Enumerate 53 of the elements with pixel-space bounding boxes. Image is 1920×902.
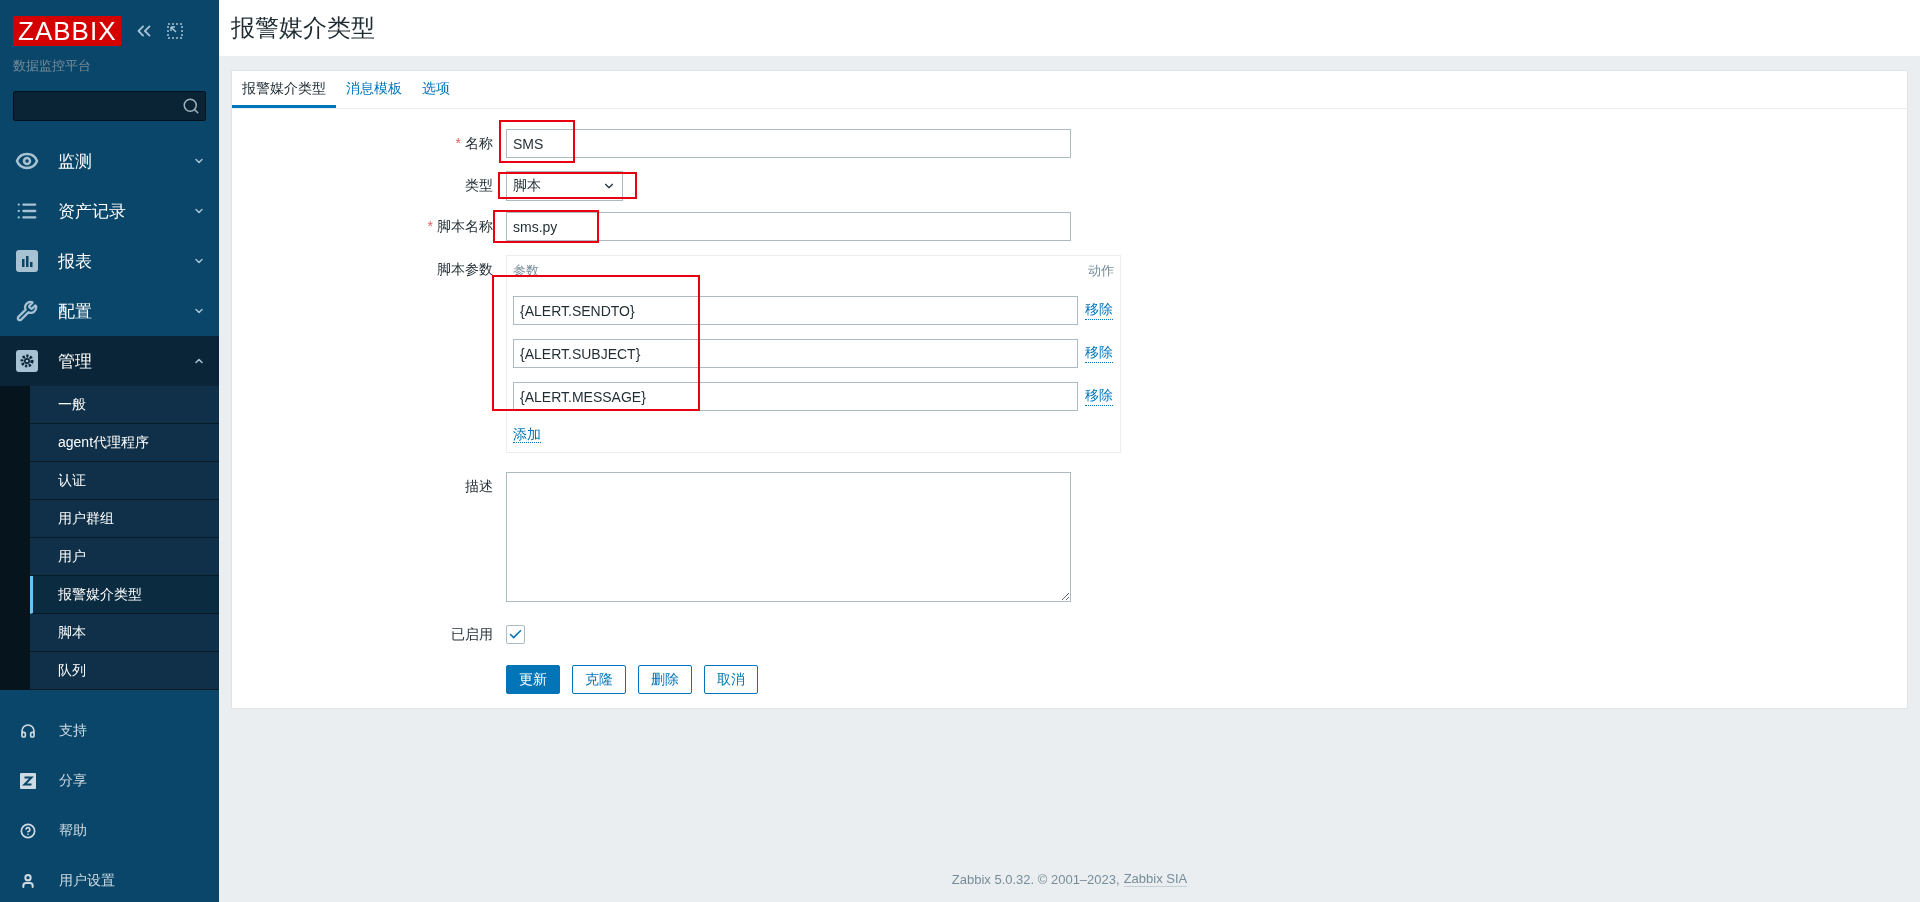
headset-icon — [20, 723, 36, 739]
help-icon — [20, 823, 36, 839]
copyright-text: Zabbix 5.0.32. © 2001–2023, — [951, 871, 1120, 887]
field-label-text: 脚本名称 — [437, 218, 493, 234]
field-label: 类型 — [464, 176, 493, 195]
input-field[interactable]: {ALERT.SUBJECT} — [513, 339, 1078, 368]
settings-icon — [16, 350, 38, 372]
logo[interactable]: ZABBIX — [13, 16, 122, 46]
menu-item[interactable]: 监测 — [0, 136, 219, 186]
menu-item[interactable]: 帮助 — [0, 806, 219, 856]
input-field[interactable]: sms.py — [506, 212, 1071, 241]
form-button[interactable]: 更新 — [506, 665, 560, 694]
menu-item[interactable]: 用户设置 — [0, 856, 219, 902]
menu-item[interactable]: 报表 — [0, 236, 219, 286]
search-field[interactable] — [13, 91, 206, 121]
menu-item[interactable]: 配置 — [0, 286, 219, 336]
form-button[interactable]: 取消 — [704, 665, 758, 694]
page-title: 报警媒介类型 — [231, 13, 375, 43]
column-header: 动作 — [1088, 262, 1114, 280]
wrench-icon — [16, 300, 38, 322]
menu-item[interactable]: 分享 — [0, 756, 219, 806]
checkbox[interactable] — [506, 625, 525, 644]
form-button[interactable]: 删除 — [638, 665, 692, 694]
input-field[interactable]: SMS — [506, 129, 1071, 158]
remove-link[interactable]: 移除 — [1085, 344, 1113, 363]
list-icon — [16, 200, 38, 222]
input-field[interactable]: {ALERT.MESSAGE} — [513, 382, 1078, 411]
menu-item[interactable]: 资产记录 — [0, 186, 219, 236]
required-mark: * — [455, 135, 461, 151]
tab[interactable]: 消息模板 — [336, 71, 412, 108]
type-dropdown[interactable]: 脚本 — [506, 171, 623, 201]
menu-item[interactable]: 管理 — [0, 336, 219, 386]
search-icon[interactable] — [182, 97, 200, 115]
bar-chart-icon — [16, 250, 38, 272]
fullscreen-icon[interactable] — [167, 23, 184, 39]
field-label: 描述 — [464, 477, 493, 496]
remove-link[interactable]: 移除 — [1085, 301, 1113, 320]
tab[interactable]: 报警媒介类型 — [232, 71, 336, 108]
tab[interactable]: 选项 — [412, 71, 460, 108]
form-button[interactable]: 克隆 — [572, 665, 626, 694]
description-field[interactable] — [506, 472, 1071, 602]
field-label-text: 名称 — [465, 135, 493, 151]
input-field[interactable]: {ALERT.SENDTO} — [513, 296, 1078, 325]
add-link[interactable]: 添加 — [513, 426, 541, 443]
field-label: 脚本参数 — [436, 260, 493, 279]
submenu-item[interactable]: 报警媒介类型 — [30, 576, 219, 614]
remove-link[interactable]: 移除 — [1085, 387, 1113, 406]
field-label: 已启用 — [450, 625, 493, 644]
user-icon — [20, 873, 36, 889]
menu-item[interactable]: 支持 — [0, 706, 219, 756]
share-icon — [20, 773, 36, 789]
logo-subtitle: 数据监控平台 — [13, 57, 92, 75]
required-mark: * — [427, 218, 433, 234]
